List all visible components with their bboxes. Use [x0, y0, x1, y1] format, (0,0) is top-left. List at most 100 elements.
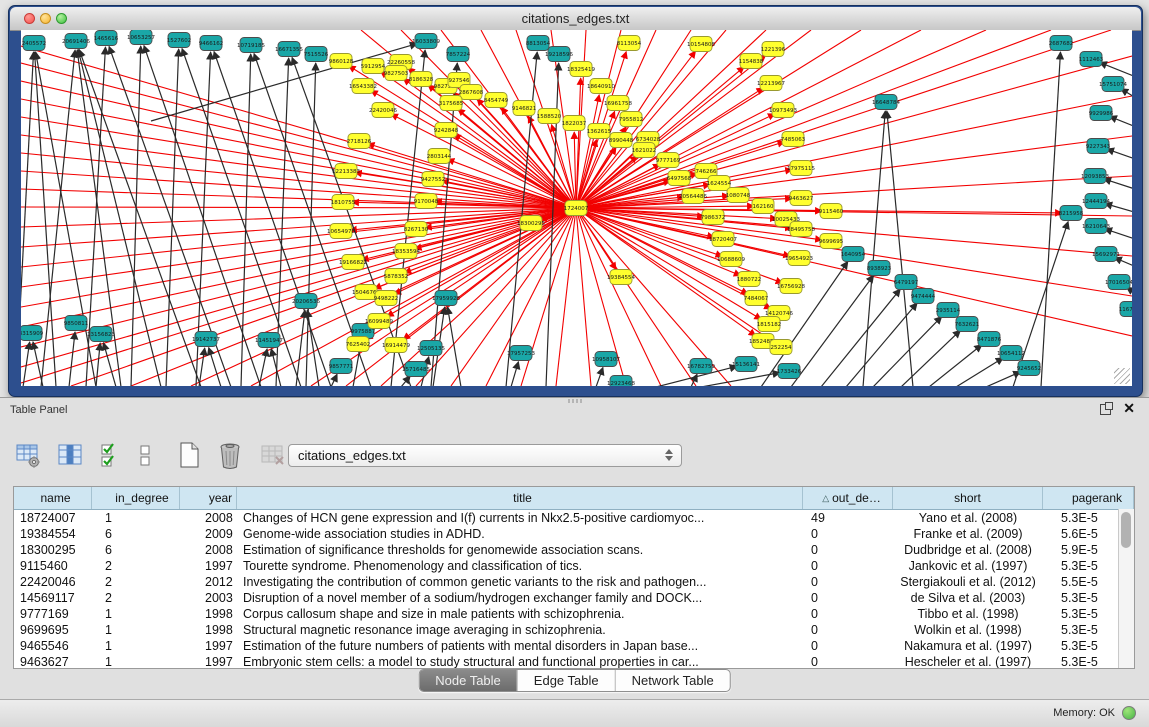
graph-node[interactable]: 8215958 [1059, 206, 1084, 221]
graph-node[interactable]: 15716485 [402, 362, 430, 377]
table-row[interactable]: 977716911998Corpus callosum shape and si… [14, 606, 1134, 622]
graph-node[interactable]: 19218596 [545, 47, 573, 62]
graph-node[interactable]: 22420046 [369, 103, 397, 118]
graph-node[interactable]: 7515526 [304, 47, 329, 62]
graph-node[interactable]: 12093853 [1081, 169, 1109, 184]
graph-node[interactable]: 16033809 [412, 34, 440, 49]
table-row[interactable]: 946362711997Embryonic stem cells: a mode… [14, 654, 1134, 669]
graph-node[interactable]: 20691406 [62, 34, 90, 49]
graph-node[interactable]: 10653257 [127, 30, 155, 45]
graph-node[interactable]: 12213383 [332, 164, 360, 179]
graph-node[interactable]: 9146821 [512, 101, 537, 116]
graph-node[interactable]: 19654923 [785, 251, 813, 266]
graph-node[interactable]: 7632621 [955, 317, 980, 332]
graph-node[interactable]: 20564486 [679, 189, 707, 204]
graph-node[interactable]: 1112463 [1079, 52, 1104, 67]
graph-node[interactable]: 9860128 [329, 54, 354, 69]
graph-node[interactable]: 252254 [770, 340, 792, 355]
graph-node[interactable]: 18495758 [787, 222, 815, 237]
graph-node[interactable]: 9242848 [434, 123, 459, 138]
graph-node[interactable]: 19384554 [607, 270, 635, 285]
column-header-name[interactable]: name [14, 487, 92, 509]
graph-node[interactable]: 7857224 [446, 47, 471, 62]
table-row[interactable]: 1456911722003Disruption of a novel membe… [14, 590, 1134, 606]
column-header-pagerank[interactable]: pagerank [1043, 487, 1134, 509]
graph-node[interactable]: 10719185 [237, 38, 265, 53]
graph-node[interactable]: 18640910 [587, 79, 615, 94]
graph-node[interactable]: 2718126 [347, 134, 372, 149]
graph-node[interactable]: 16782759 [687, 359, 715, 374]
tab-edge-table[interactable]: Edge Table [518, 670, 616, 691]
graph-node[interactable]: 2405572 [22, 36, 47, 51]
graph-node[interactable]: 1167335 [1119, 302, 1132, 317]
graph-node[interactable]: 1588520 [537, 109, 562, 124]
graph-node[interactable]: 162160 [752, 199, 774, 214]
table-row[interactable]: 969969511998Structural magnetic resonanc… [14, 622, 1134, 638]
graph-node[interactable]: 3315909 [21, 326, 44, 341]
window-titlebar[interactable]: citations_edges.txt [10, 7, 1141, 31]
scrollbar-thumb[interactable] [1121, 512, 1131, 548]
graph-node[interactable]: 10688609 [717, 252, 745, 267]
vertical-scrollbar[interactable] [1118, 509, 1134, 668]
graph-node[interactable]: 19142737 [192, 332, 220, 347]
graph-node[interactable]: 13156823 [87, 327, 115, 342]
graph-node[interactable]: 7955812 [619, 112, 644, 127]
column-header-in_degree[interactable]: in_degree [92, 487, 180, 509]
graph-node[interactable]: 19166822 [339, 255, 367, 270]
graph-node[interactable]: 2687682 [1049, 36, 1074, 51]
graph-node[interactable]: 10154808 [687, 37, 715, 52]
graph-node[interactable]: 9115460 [819, 204, 844, 219]
graph-node[interactable]: 16961758 [604, 96, 632, 111]
graph-node[interactable]: 9699695 [819, 234, 844, 249]
graph-node[interactable]: 1154838 [739, 54, 764, 69]
graph-node[interactable]: 16914479 [382, 338, 410, 353]
graph-node[interactable]: 2867608 [459, 85, 484, 100]
graph-node[interactable]: 17975115 [787, 161, 815, 176]
graph-node[interactable]: 12213967 [757, 76, 785, 91]
graph-node[interactable]: 8454749 [484, 93, 509, 108]
graph-node[interactable]: 17957253 [507, 346, 535, 361]
graph-node[interactable]: 1527602 [167, 33, 192, 48]
graph-node[interactable]: 10973493 [769, 103, 797, 118]
clear-selection-icon[interactable] [137, 441, 153, 474]
table-settings-icon[interactable] [14, 441, 42, 474]
graph-node[interactable]: 1080748 [726, 188, 751, 203]
graph-node[interactable]: 6497568 [667, 171, 692, 186]
graph-node[interactable]: 9427552 [421, 172, 446, 187]
memory-ok-icon[interactable] [1122, 706, 1136, 720]
table-row[interactable]: 1938455462009Genome-wide association stu… [14, 526, 1134, 542]
select-all-icon[interactable] [99, 441, 123, 474]
graph-node[interactable]: 9929986 [1089, 106, 1114, 121]
graph-node[interactable]: 12923468 [607, 376, 635, 387]
network-canvas[interactable]: 2405572206914061465616106532571527602946… [21, 30, 1132, 386]
graph-node[interactable]: 9850811 [64, 316, 89, 331]
graph-node[interactable]: 2803144 [427, 149, 452, 164]
graph-node[interactable]: 18325419 [567, 62, 595, 77]
graph-node[interactable]: 12505135 [417, 341, 445, 356]
graph-node[interactable]: 16543382 [349, 79, 377, 94]
graph-node[interactable]: 9170048 [414, 194, 439, 209]
graph-node[interactable]: 1810755 [331, 195, 356, 210]
citation-network-graph[interactable]: 2405572206914061465616106532571527602946… [21, 30, 1132, 386]
graph-node[interactable]: 16671355 [275, 42, 303, 57]
show-columns-icon[interactable] [56, 441, 84, 474]
graph-node[interactable]: 10654978 [327, 224, 355, 239]
graph-node[interactable]: 5878352 [384, 269, 409, 284]
graph-node[interactable]: 7986372 [701, 210, 726, 225]
graph-node[interactable]: 20206536 [292, 294, 320, 309]
new-table-icon[interactable] [176, 440, 202, 475]
graph-node[interactable]: 15136141 [732, 357, 760, 372]
tab-node-table[interactable]: Node Table [419, 670, 518, 691]
graph-node[interactable]: 18720407 [709, 232, 737, 247]
table-row[interactable]: 2242004622012Investigating the contribut… [14, 574, 1134, 590]
graph-node[interactable]: 1724007 [564, 201, 589, 216]
graph-node[interactable]: 1822037 [562, 116, 587, 131]
graph-node[interactable]: 18353594 [392, 244, 420, 259]
graph-node[interactable]: 1465616 [94, 31, 119, 46]
graph-node[interactable]: 8938923 [867, 261, 892, 276]
graph-node[interactable]: 9474444 [911, 289, 936, 304]
graph-node[interactable]: 17959928 [432, 291, 460, 306]
graph-node[interactable]: 16756928 [777, 279, 805, 294]
table-row[interactable]: 911546021997Tourette syndrome. Phenomeno… [14, 558, 1134, 574]
graph-node[interactable]: 1815182 [757, 317, 782, 332]
